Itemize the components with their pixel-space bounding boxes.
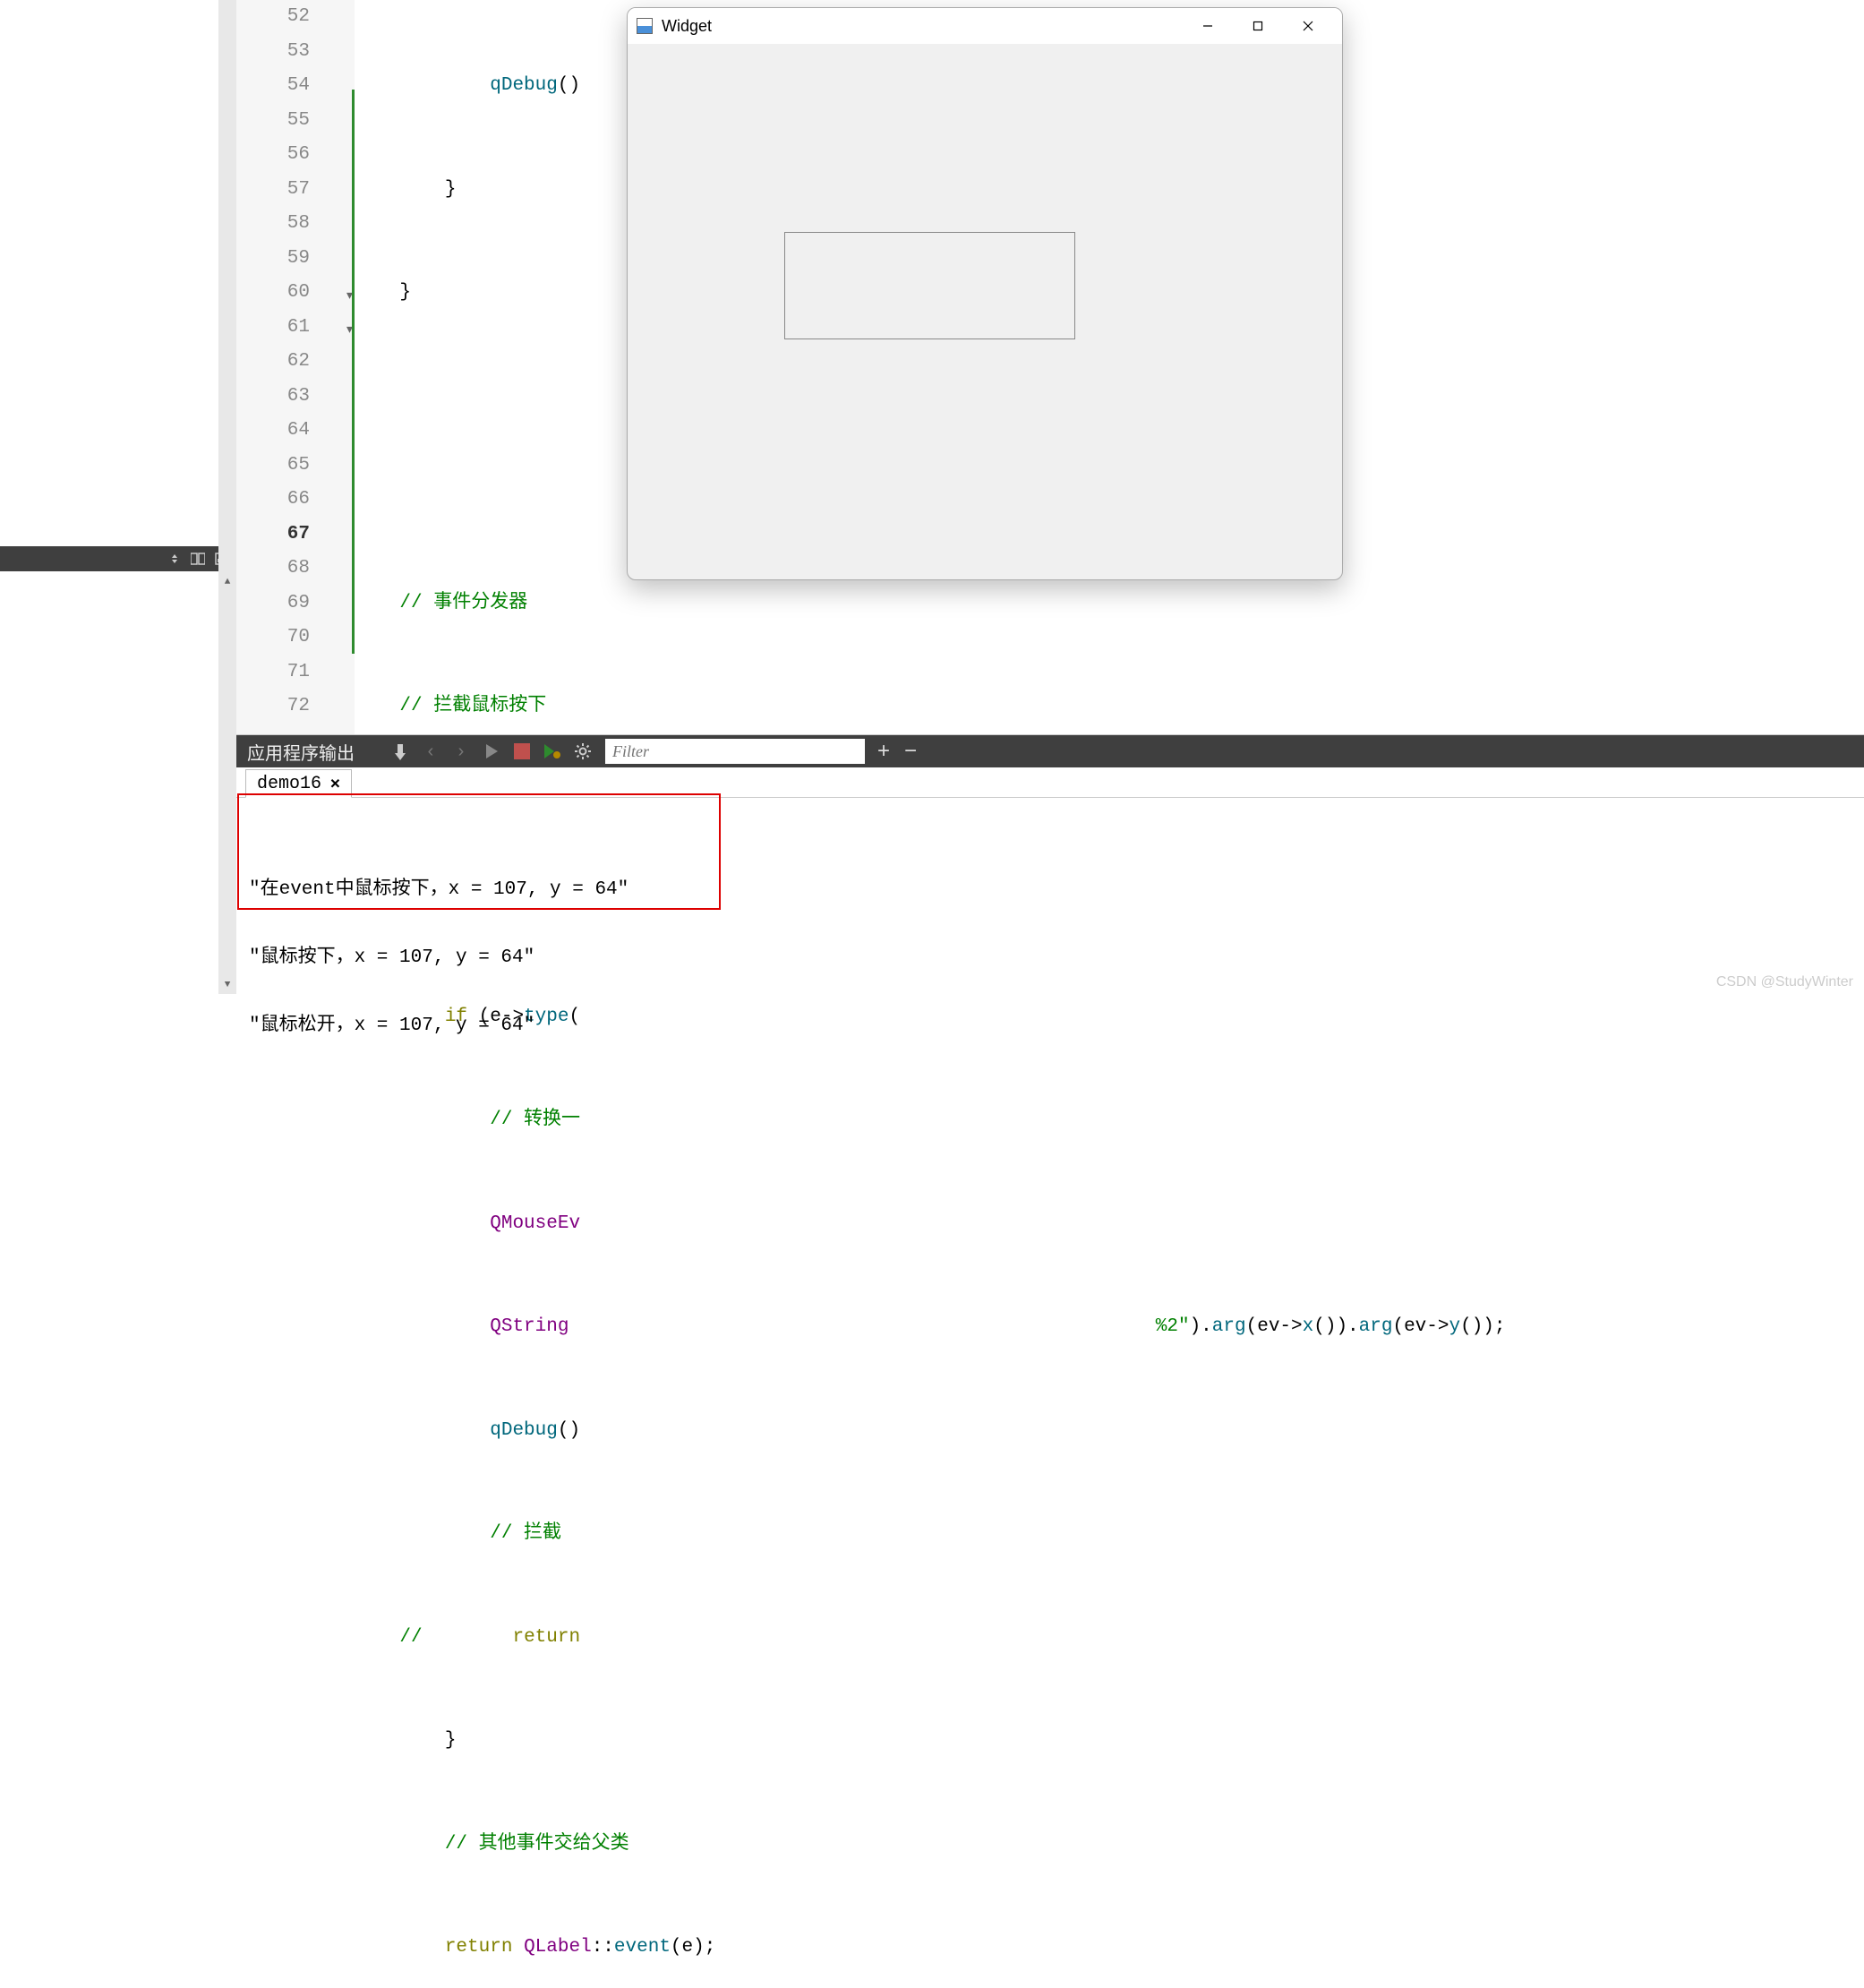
left-panel: ▲ ▼ — [0, 0, 236, 994]
line-number-gutter: 52 53 54 55 56 57 58 59 60 61 62 63 64 6… — [236, 0, 355, 734]
app-icon — [637, 18, 653, 34]
line-number: 62 — [236, 345, 310, 380]
widget-client-area[interactable] — [628, 44, 1342, 579]
widget-window[interactable]: Widget — [627, 7, 1343, 580]
scroll-up-icon[interactable]: ▲ — [218, 573, 236, 591]
line-number: 66 — [236, 483, 310, 518]
output-toolbar: 应用程序输出 ‹ › + − — [236, 735, 1864, 767]
line-number: 70 — [236, 621, 310, 656]
code-comment: // 事件分发器 — [355, 593, 527, 613]
remove-icon[interactable]: − — [904, 739, 917, 764]
code-comment: // 其他事件交给父类 — [355, 1834, 629, 1855]
line-number: 61 — [236, 311, 310, 346]
line-number-current: 67 — [236, 518, 310, 553]
code-comment: // 拦截 — [355, 1523, 561, 1544]
line-number: 58 — [236, 207, 310, 242]
split-view-icon[interactable] — [190, 551, 206, 567]
line-number: 68 — [236, 552, 310, 587]
close-button[interactable] — [1283, 9, 1333, 43]
line-number: 57 — [236, 173, 310, 208]
add-icon[interactable]: + — [877, 739, 890, 764]
line-number: 60 — [236, 276, 310, 311]
fold-toggle-icon[interactable]: ▾ — [338, 313, 353, 328]
line-number: 53 — [236, 35, 310, 70]
maximize-button[interactable] — [1233, 9, 1283, 43]
line-number: 65 — [236, 449, 310, 484]
run-icon[interactable] — [482, 741, 501, 761]
output-tabs: demo16 ✕ — [236, 767, 1864, 798]
output-tab[interactable]: demo16 ✕ — [245, 769, 352, 798]
fold-toggle-icon[interactable]: ▾ — [338, 279, 353, 294]
line-number: 63 — [236, 380, 310, 415]
filter-input[interactable] — [605, 739, 865, 764]
line-number: 52 — [236, 0, 310, 35]
output-tab-label: demo16 — [257, 774, 321, 794]
code-comment: // 拦截鼠标按下 — [355, 696, 546, 716]
stop-icon[interactable] — [512, 741, 532, 761]
titlebar[interactable]: Widget — [628, 8, 1342, 44]
attach-icon[interactable] — [390, 741, 410, 761]
scroll-down-icon[interactable]: ▼ — [218, 976, 236, 994]
output-body[interactable]: "在event中鼠标按下，x = 107, y = 64" "鼠标按下，x = … — [236, 798, 1864, 1118]
line-number: 54 — [236, 69, 310, 104]
label-box[interactable] — [784, 232, 1075, 339]
line-number: 69 — [236, 587, 310, 621]
line-number: 72 — [236, 690, 310, 724]
gear-icon[interactable] — [573, 741, 593, 761]
line-number: 55 — [236, 104, 310, 139]
output-line: "鼠标按下，x = 107, y = 64" — [249, 941, 1851, 975]
run-debug-icon[interactable] — [543, 741, 562, 761]
left-scrollbar[interactable]: ▲ ▼ — [218, 0, 236, 994]
output-line: "鼠标松开，x = 107, y = 64" — [249, 1009, 1851, 1043]
panel-split-toolbar — [0, 546, 236, 571]
output-panel-label: 应用程序输出 — [236, 739, 372, 765]
application-output-panel: 应用程序输出 ‹ › + − demo16 ✕ — [236, 734, 1864, 994]
sort-icon[interactable] — [167, 551, 183, 567]
line-number: 71 — [236, 656, 310, 690]
window-title: Widget — [662, 17, 712, 36]
nav-forward-icon[interactable]: › — [451, 741, 471, 761]
nav-back-icon[interactable]: ‹ — [421, 741, 440, 761]
line-number: 56 — [236, 138, 310, 173]
output-line: "在event中鼠标按下，x = 107, y = 64" — [249, 873, 1851, 907]
line-number: 64 — [236, 414, 310, 449]
fold-column: ▾ ▾ — [317, 0, 338, 734]
close-tab-icon[interactable]: ✕ — [330, 774, 340, 793]
minimize-button[interactable] — [1183, 9, 1233, 43]
watermark: CSDN @StudyWinter — [1716, 974, 1853, 990]
line-number: 59 — [236, 242, 310, 277]
